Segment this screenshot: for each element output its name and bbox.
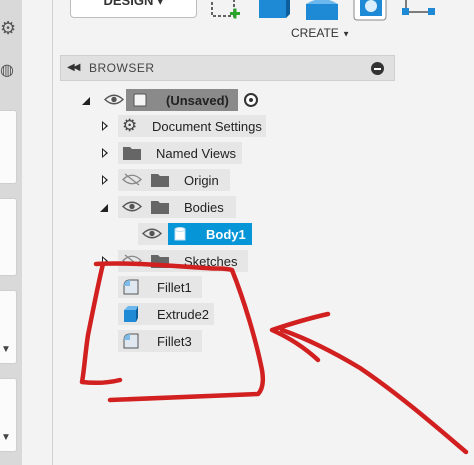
panel-divider xyxy=(52,0,53,465)
sketch-icon[interactable] xyxy=(208,0,244,22)
caret-down-icon: ▼ xyxy=(342,29,351,39)
more-icon[interactable] xyxy=(400,0,440,22)
eye-icon[interactable] xyxy=(122,200,142,213)
folder-icon xyxy=(151,174,169,187)
expand-toggle-icon[interactable] xyxy=(102,148,108,158)
tree-root[interactable]: (Unsaved) xyxy=(60,89,395,111)
tree-item-body1[interactable]: Body1 xyxy=(60,223,395,245)
component-icon xyxy=(133,93,147,107)
gear-icon: ⚙ xyxy=(122,116,138,135)
tree-item-bodies[interactable]: Bodies xyxy=(60,196,395,218)
tree-item-label: Body1 xyxy=(206,227,246,242)
expanded-toggle-icon[interactable] xyxy=(100,204,108,212)
left-panel-card xyxy=(0,110,17,184)
tree-item-label: Named Views xyxy=(156,146,236,161)
minimize-icon[interactable] xyxy=(371,62,384,75)
extrude-icon xyxy=(124,306,138,322)
tree-item-document-settings[interactable]: ⚙ Document Settings xyxy=(60,115,395,137)
tree-item-named-views[interactable]: Named Views xyxy=(60,142,395,164)
chevron-down-icon[interactable]: ▼ xyxy=(1,344,11,355)
fillet-icon xyxy=(123,279,139,295)
expanded-toggle-icon[interactable] xyxy=(82,97,90,105)
tree-item-sketches[interactable]: Sketches xyxy=(60,250,395,272)
tree-item-label: Origin xyxy=(184,173,219,188)
tree-item-label: Fillet1 xyxy=(157,280,192,295)
left-panel-strip: ⚙ ◍ ▼ ▼ xyxy=(0,0,22,465)
tree-item-label: Sketches xyxy=(184,254,238,269)
fillet-icon xyxy=(123,333,139,349)
tree-item-label: Fillet3 xyxy=(157,334,192,349)
create-menu[interactable]: CREATE ▼ xyxy=(291,26,350,40)
tree-item-fillet3[interactable]: Fillet3 xyxy=(60,330,395,352)
tree-item-label: Document Settings xyxy=(152,119,262,134)
create-menu-label: CREATE xyxy=(291,26,339,40)
browser-header: ◀◀ BROWSER xyxy=(60,55,395,81)
activate-radio-icon[interactable] xyxy=(244,93,258,107)
tree-item-extrude2[interactable]: Extrude2 xyxy=(60,303,395,325)
tree-item-label: Extrude2 xyxy=(157,307,210,322)
folder-icon xyxy=(151,201,169,214)
folder-icon xyxy=(123,147,141,160)
eye-icon[interactable] xyxy=(104,93,124,106)
browser-panel: ◀◀ BROWSER (Unsaved) ⚙ Document Settings… xyxy=(60,55,395,460)
tree-item-origin[interactable]: Origin xyxy=(60,169,395,191)
collapse-panel-icon[interactable]: ◀◀ xyxy=(67,62,80,73)
eye-icon[interactable] xyxy=(142,227,162,240)
root-label: (Unsaved) xyxy=(166,93,229,108)
browser-title: BROWSER xyxy=(89,61,155,75)
eye-hidden-icon[interactable] xyxy=(122,173,142,186)
tree-item-label: Bodies xyxy=(184,200,224,215)
tree-item-fillet1[interactable]: Fillet1 xyxy=(60,276,395,298)
expand-toggle-icon[interactable] xyxy=(102,256,108,266)
body-icon xyxy=(174,227,186,241)
left-panel-card xyxy=(0,198,17,276)
extrude-icon[interactable] xyxy=(302,0,342,22)
box-icon[interactable] xyxy=(254,0,292,22)
expand-toggle-icon[interactable] xyxy=(102,175,108,185)
expand-toggle-icon[interactable] xyxy=(102,121,108,131)
gear-icon[interactable]: ⚙ xyxy=(0,18,16,39)
shell-icon[interactable] xyxy=(352,0,390,22)
chevron-down-icon[interactable]: ▼ xyxy=(1,432,11,443)
folder-icon xyxy=(151,255,169,268)
eye-hidden-icon[interactable] xyxy=(122,254,142,267)
globe-icon[interactable]: ◍ xyxy=(0,60,14,80)
design-workspace-button[interactable]: DESIGN ▾ xyxy=(70,0,197,18)
